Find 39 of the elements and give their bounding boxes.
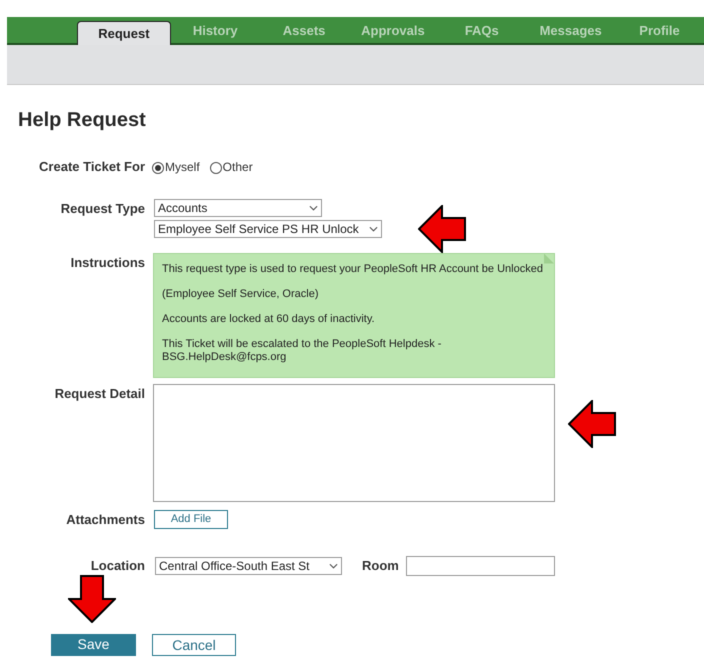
instruction-text: This request type is used to request your PeopleSoft HR Account be Unlocked (162, 262, 544, 276)
tab[interactable]: History (170, 19, 260, 43)
chevron-icon (369, 226, 378, 232)
field-label: Location (90, 557, 146, 576)
dropdown-value: Central Office-South East St (159, 558, 310, 575)
left-arrow-icon (568, 400, 616, 448)
instruction-text: (Employee Self Service, Oracle) (162, 288, 320, 300)
field-label: Instructions (70, 254, 146, 272)
field-label: Create Ticket For (38, 158, 146, 176)
add-file-button[interactable]: Add File (154, 510, 228, 529)
tab[interactable]: Approvals (348, 19, 438, 43)
dropdown[interactable]: Accounts (154, 198, 322, 216)
dropdown[interactable]: Employee Self Service PS HR Unlock (154, 220, 382, 238)
radio-button[interactable] (152, 162, 164, 174)
radio-label: Other (222, 158, 253, 176)
chevron-icon (329, 563, 338, 569)
instruction-text: Accounts are locked at 60 days of inactivity. (162, 312, 376, 326)
tab[interactable]: Assets (260, 19, 349, 43)
field-label: Request Type (60, 200, 146, 218)
down-arrow-icon (68, 575, 116, 623)
dropdown-value: Accounts (158, 200, 208, 216)
chevron-icon (309, 204, 318, 210)
radio-button[interactable] (210, 162, 222, 174)
field-label: Request Detail (54, 384, 146, 403)
dropdown-value: Employee Self Service PS HR Unlock (158, 220, 359, 238)
instruction-text: This Ticket will be escalated to the PeopleSoft Helpdesk - BSG.HelpDesk@fcps.org (162, 338, 442, 364)
dropdown[interactable]: Central Office-South East St (155, 557, 342, 575)
radio-label: Myself (165, 158, 200, 176)
field-label: Room (362, 557, 399, 576)
tab[interactable]: Profile (615, 19, 704, 43)
page-title: Help Request (18, 108, 147, 133)
cancel-button[interactable]: Cancel (152, 634, 236, 656)
save-button[interactable]: Save (51, 634, 136, 656)
tab[interactable]: FAQs (437, 19, 526, 43)
tab[interactable]: Request (77, 21, 171, 45)
left-arrow-icon (418, 205, 466, 253)
tab[interactable]: Messages (526, 19, 616, 43)
field-label: Attachments (65, 510, 146, 528)
room-field[interactable] (406, 556, 555, 576)
